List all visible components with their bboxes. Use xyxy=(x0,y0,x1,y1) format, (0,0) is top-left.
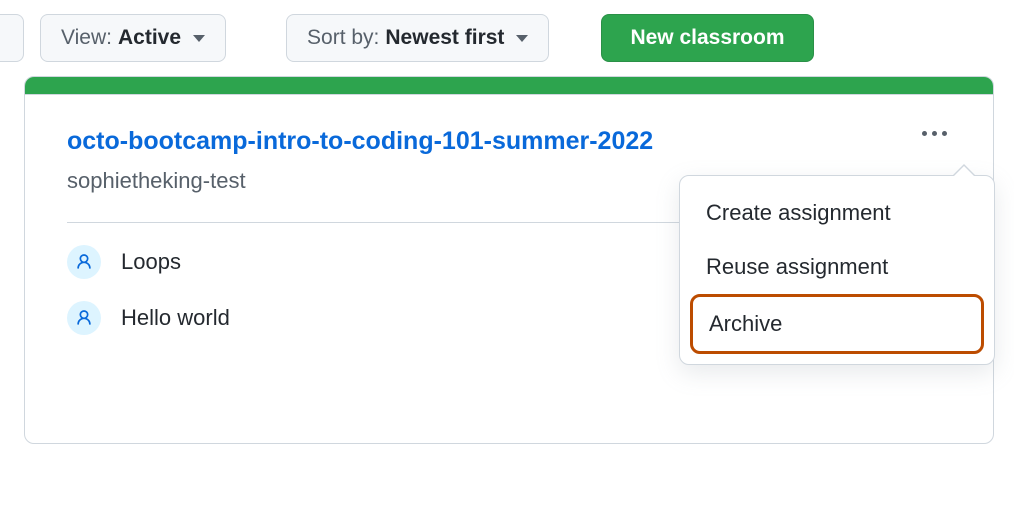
classroom-org: sophietheking-test xyxy=(67,168,653,194)
kebab-dot-icon xyxy=(922,131,927,136)
toolbar-left-edge xyxy=(0,14,24,62)
classroom-card-container: octo-bootcamp-intro-to-coding-101-summer… xyxy=(0,76,1014,464)
classroom-card: octo-bootcamp-intro-to-coding-101-summer… xyxy=(24,76,994,444)
new-classroom-button[interactable]: New classroom xyxy=(601,14,813,62)
sort-dropdown[interactable]: Sort by: Newest first xyxy=(286,14,549,62)
kebab-menu-button[interactable] xyxy=(918,125,951,142)
kebab-dot-icon xyxy=(942,131,947,136)
caret-down-icon xyxy=(193,35,205,42)
menu-item-reuse-assignment[interactable]: Reuse assignment xyxy=(690,240,984,294)
card-body: octo-bootcamp-intro-to-coding-101-summer… xyxy=(25,95,993,371)
view-filter-value: Active xyxy=(118,26,181,50)
menu-item-create-assignment[interactable]: Create assignment xyxy=(690,186,984,240)
kebab-dot-icon xyxy=(932,131,937,136)
assignment-name: Loops xyxy=(121,249,181,275)
person-icon xyxy=(67,301,101,335)
menu-item-archive[interactable]: Archive xyxy=(690,294,984,354)
context-menu-popover: Create assignment Reuse assignment Archi… xyxy=(679,175,995,365)
view-filter-prefix: View: xyxy=(61,26,112,50)
toolbar: View: Active Sort by: Newest first New c… xyxy=(0,0,1014,76)
person-icon xyxy=(67,245,101,279)
classroom-heading: octo-bootcamp-intro-to-coding-101-summer… xyxy=(67,125,653,194)
caret-down-icon xyxy=(516,35,528,42)
classroom-title-link[interactable]: octo-bootcamp-intro-to-coding-101-summer… xyxy=(67,127,653,155)
sort-value: Newest first xyxy=(385,26,504,50)
card-accent-bar xyxy=(25,77,993,95)
view-filter-dropdown[interactable]: View: Active xyxy=(40,14,226,62)
sort-prefix: Sort by: xyxy=(307,26,379,50)
assignment-name: Hello world xyxy=(121,305,230,331)
